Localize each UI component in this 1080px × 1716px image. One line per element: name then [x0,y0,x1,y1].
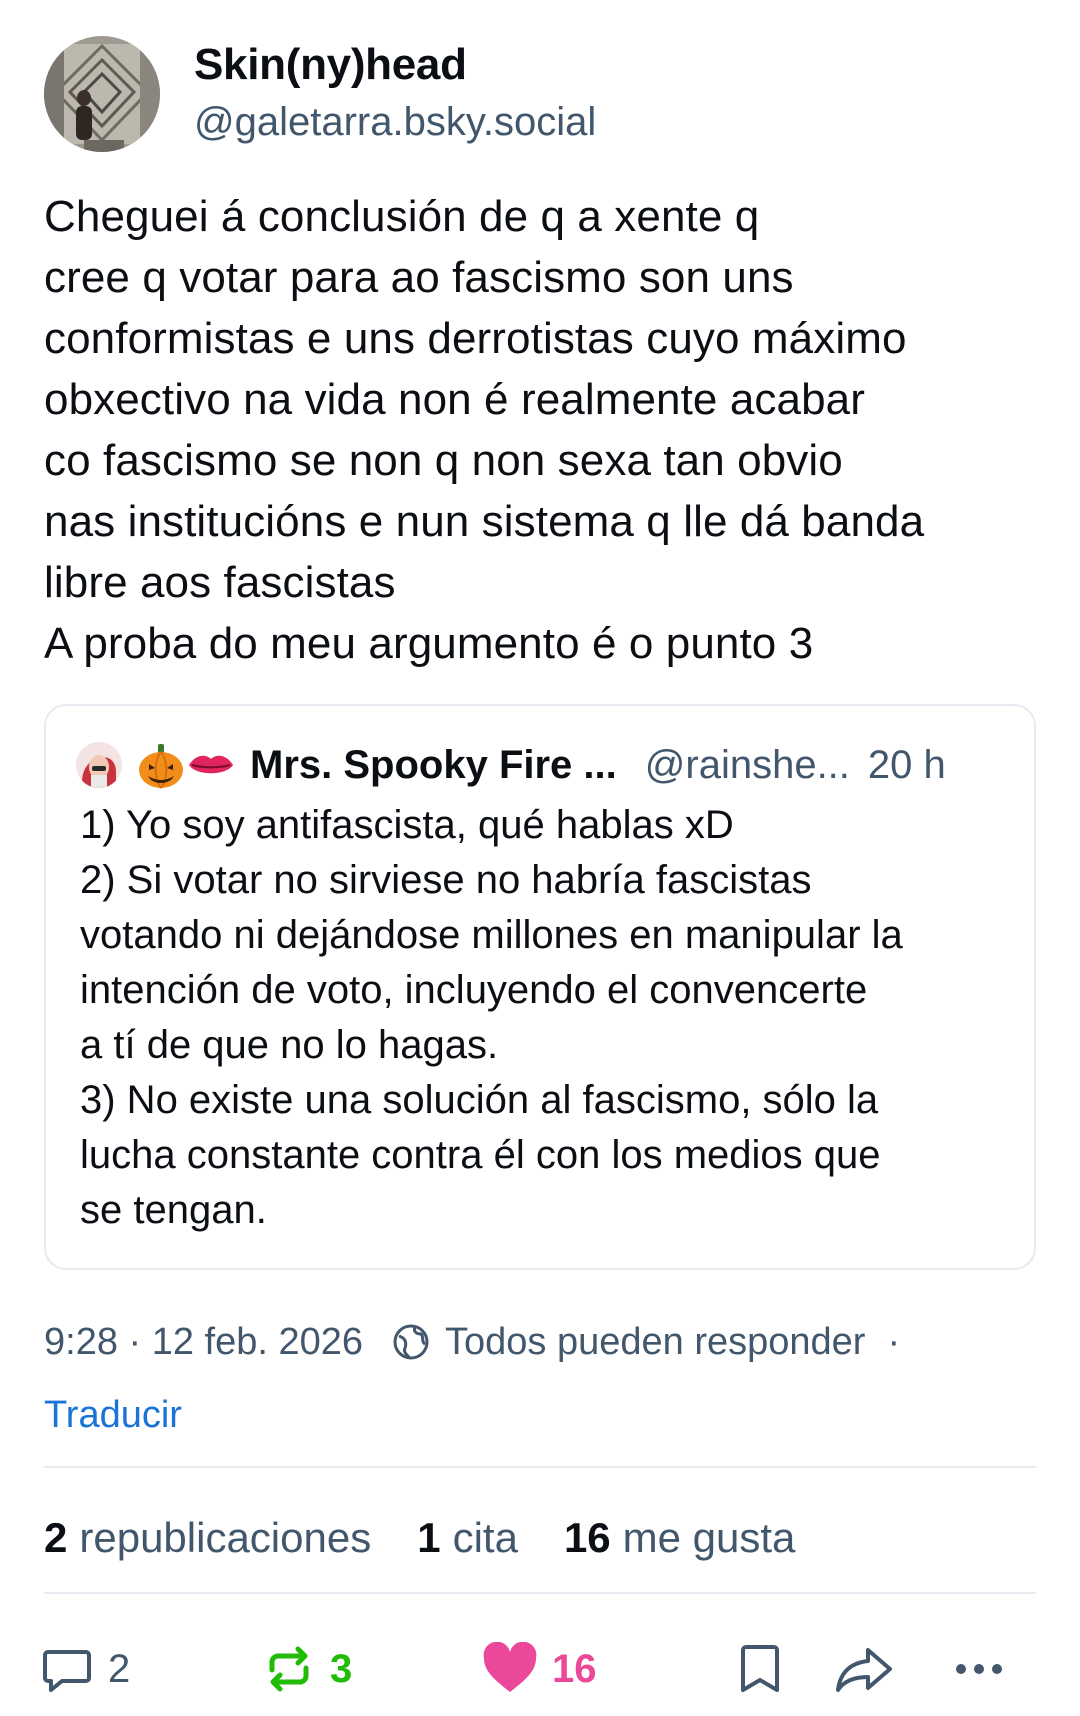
repost-count: 3 [330,1646,353,1691]
quoted-author-handle[interactable]: @rainshe... [645,743,850,788]
reply-count: 2 [108,1646,131,1691]
avatar-image [44,36,160,152]
like-count: 16 [552,1646,597,1691]
repost-icon [269,1646,309,1692]
reposts-count: 2 [44,1514,68,1561]
bookmark-icon [741,1645,779,1692]
reposts-label: republicaciones [79,1514,372,1561]
reposts-stat[interactable]: 2 republicaciones [44,1514,371,1562]
engagement-stats: 2 republicaciones 1 cita 16 me gusta [44,1508,841,1568]
divider [44,1592,1036,1594]
quoted-post-text: 1) Yo soy antifascista, qué hablas xD 2)… [80,803,903,1232]
heart-icon [483,1642,537,1692]
pumpkin-emoji [136,740,186,790]
translate-link[interactable]: Traducir [44,1394,182,1437]
repost-button[interactable]: 3 [262,1624,352,1714]
author-handle[interactable]: @galetarra.bsky.social [194,100,596,145]
more-options-button[interactable] [952,1624,1006,1714]
reply-icon [43,1650,91,1692]
quoted-post-time: 20 h [867,742,946,787]
lips-emoji [186,740,236,790]
divider [44,1466,1036,1468]
post-timestamp: 9:28 · 12 feb. 2026 [44,1320,364,1363]
reply-setting[interactable]: Todos pueden responder [445,1321,865,1364]
quoted-post-card[interactable]: Mrs. Spooky Fire ... @rainshe... 20 h 1)… [44,704,1036,1270]
share-button[interactable] [834,1624,894,1714]
post-text: Cheguei á conclusión de q a xente q cree… [44,192,925,668]
more-icon [956,1664,1002,1674]
post-thread-view: Skin(ny)head @galetarra.bsky.social Cheg… [0,0,1080,1716]
author-display-name[interactable]: Skin(ny)head [194,40,467,90]
quoted-author-name[interactable]: Mrs. Spooky Fire ... [250,743,617,788]
quotes-stat[interactable]: 1 cita [417,1514,518,1562]
likes-stat[interactable]: 16 me gusta [564,1514,795,1562]
likes-label: me gusta [622,1514,796,1561]
quotes-label: cita [452,1514,518,1561]
reply-button[interactable]: 2 [40,1624,130,1714]
post-actions: 2 3 16 [0,1624,1080,1714]
quoted-author-avatar [76,742,122,788]
likes-count: 16 [563,1514,611,1561]
meta-separator: · [887,1320,901,1363]
like-button[interactable]: 16 [482,1624,597,1714]
bookmark-button[interactable] [738,1624,782,1714]
globe-icon [393,1324,429,1360]
quotes-count: 1 [417,1514,441,1561]
share-icon [836,1648,892,1692]
author-avatar[interactable] [44,36,160,152]
post-meta: 9:28 · 12 feb. 2026 Todos pueden respond… [44,1314,1044,1370]
quoted-post-header: Mrs. Spooky Fire ... @rainshe... 20 h [76,740,1016,790]
